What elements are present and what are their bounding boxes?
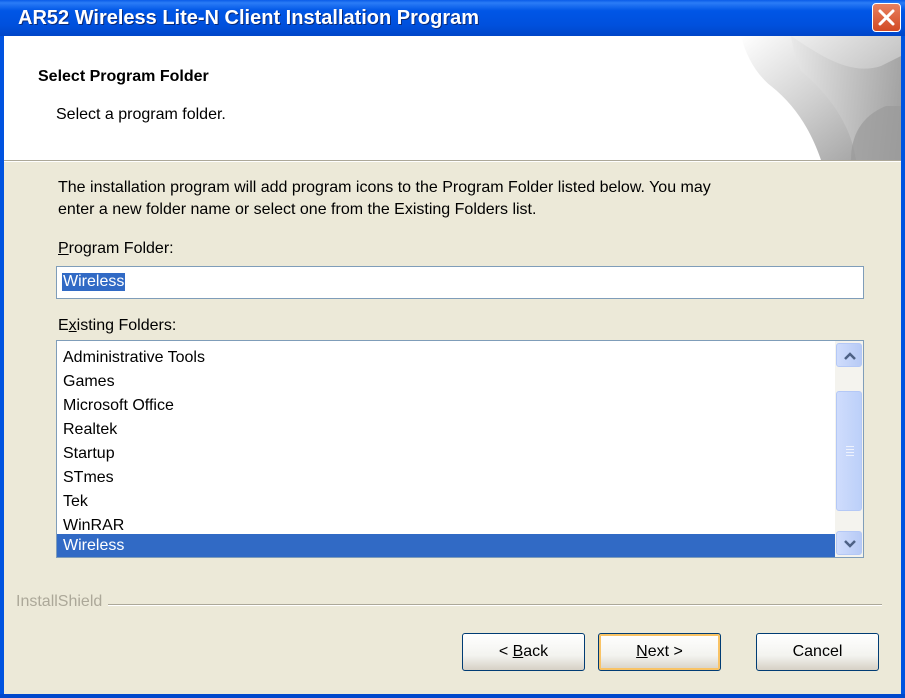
cancel-button[interactable]: Cancel [756, 633, 879, 671]
scroll-down-button[interactable] [836, 531, 862, 555]
next-button-label: ext > [647, 643, 683, 660]
instructions-line-1: The installation program will add progra… [58, 179, 711, 196]
scroll-thumb[interactable] [836, 391, 862, 511]
existing-folders-list[interactable]: Administrative Tools Games Microsoft Off… [56, 340, 864, 558]
scroll-grip-line [846, 452, 854, 453]
list-item-selected[interactable]: Wireless [57, 534, 835, 557]
list-item[interactable]: STmes [57, 466, 835, 490]
instructions-line-2: enter a new folder name or select one fr… [58, 201, 537, 218]
next-button[interactable]: Next > [598, 633, 721, 671]
back-button[interactable]: < Back [462, 633, 585, 671]
list-item[interactable]: Games [57, 370, 835, 394]
scroll-grip-line [846, 446, 854, 447]
program-folder-input[interactable]: Wireless [56, 266, 864, 299]
window-title: AR52 Wireless Lite-N Client Installation… [18, 7, 480, 29]
chevron-down-icon [844, 540, 856, 548]
header-separator [4, 160, 901, 162]
list-scrollbar[interactable] [835, 341, 863, 557]
installer-window: AR52 Wireless Lite-N Client Installation… [0, 0, 905, 698]
back-button-accesskey: B [512, 643, 524, 660]
title-bar[interactable]: AR52 Wireless Lite-N Client Installation… [0, 0, 905, 36]
chevron-up-icon [844, 352, 856, 360]
window-frame-right [901, 36, 905, 698]
close-icon [878, 9, 895, 26]
program-folder-accesskey: P [58, 240, 69, 257]
existing-folders-label: Existing Folders: [58, 317, 176, 335]
header-panel: Select Program Folder Select a program f… [4, 36, 901, 160]
list-item[interactable]: Startup [57, 442, 835, 466]
close-button[interactable] [872, 3, 901, 32]
brand-label: InstallShield [16, 593, 109, 611]
existing-folders-accesskey: x [68, 317, 77, 334]
window-frame-bottom [0, 694, 905, 698]
list-item[interactable]: Administrative Tools [57, 346, 835, 370]
page-subtitle: Select a program folder. [56, 106, 226, 123]
scroll-grip-line [846, 449, 854, 450]
existing-folders-label-prefix: E [58, 317, 69, 334]
scroll-grip-line [846, 455, 854, 456]
back-button-arrow: < [498, 643, 513, 660]
list-item[interactable]: Tek [57, 490, 835, 514]
existing-folders-label-text: isting Folders: [76, 317, 177, 334]
next-button-accesskey: N [636, 643, 648, 660]
program-folder-label-text: rogram Folder: [68, 240, 174, 257]
program-folder-label: Program Folder: [58, 240, 174, 258]
page-title: Select Program Folder [38, 68, 209, 85]
list-item[interactable]: Microsoft Office [57, 394, 835, 418]
instructions-text: The installation program will add progra… [58, 177, 858, 221]
cancel-button-label: Cancel [792, 643, 843, 660]
program-folder-value: Wireless [62, 273, 126, 291]
list-item[interactable]: Realtek [57, 418, 835, 442]
brand-separator [16, 604, 882, 606]
scroll-up-button[interactable] [836, 343, 862, 367]
back-button-label: ack [523, 643, 549, 660]
installshield-graphic-icon [741, 36, 901, 160]
